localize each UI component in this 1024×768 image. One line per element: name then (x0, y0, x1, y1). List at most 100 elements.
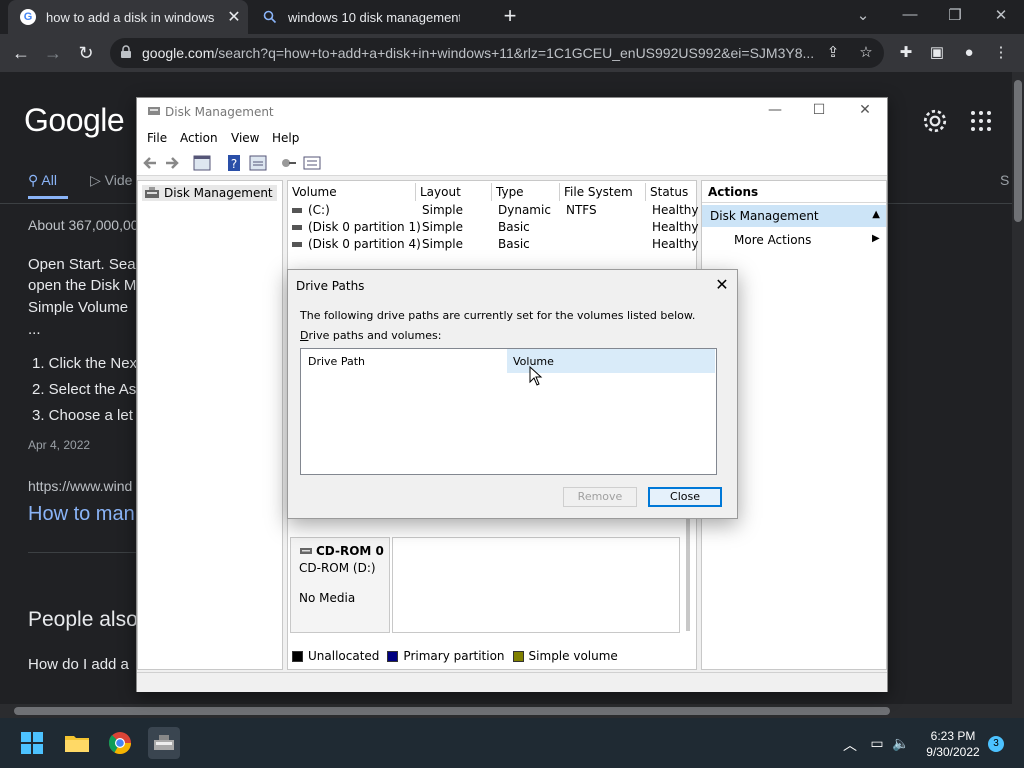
taskbar: ︿ ▭ 🔈 6:23 PM 9/30/2022 3 (0, 718, 1024, 768)
extensions-icon[interactable]: ✚ (895, 42, 917, 64)
column-header-volume[interactable]: Volume (288, 183, 416, 201)
volume-row[interactable]: (C:) Simple Dynamic NTFS Healthy (288, 203, 699, 220)
notification-badge[interactable]: 3 (988, 736, 1004, 752)
chrome-icon[interactable] (104, 727, 136, 759)
window-titlebar[interactable]: Disk Management — ☐ ✕ (137, 98, 887, 126)
cdrom-volume-area[interactable] (392, 537, 680, 633)
column-header-drive-path[interactable]: Drive Path (308, 355, 365, 368)
settings-gear-icon[interactable] (922, 108, 948, 134)
disk-management-icon (148, 107, 160, 115)
dialog-title: Drive Paths (296, 279, 365, 293)
show-hidden-icons-chevron-icon[interactable]: ︿ (841, 735, 859, 755)
back-icon[interactable] (141, 154, 159, 172)
google-logo[interactable]: Google (24, 102, 125, 139)
tab-google-search[interactable]: G how to add a disk in windows 11 ✕ (8, 0, 248, 34)
menu-action[interactable]: Action (180, 131, 218, 145)
minimize-icon[interactable]: — (898, 6, 922, 23)
browser-toolbar: ← → ↻ google.com/search?q=how+to+add+a+d… (0, 34, 1024, 72)
tab-more[interactable]: S (1000, 172, 1009, 188)
clock[interactable]: 6:23 PM 9/30/2022 (920, 728, 986, 760)
page-horizontal-scrollbar[interactable] (0, 704, 1024, 718)
legend: Unallocated Primary partition Simple vol… (292, 649, 626, 663)
disk-icon (292, 242, 302, 247)
result-title-link[interactable]: How to man (28, 503, 135, 526)
result-date: Apr 4, 2022 (28, 438, 91, 452)
close-window-icon[interactable]: ✕ (989, 6, 1013, 24)
side-panel-icon[interactable]: ▣ (926, 42, 948, 64)
volume-row[interactable]: (Disk 0 partition 1) Simple Basic Health… (288, 220, 699, 237)
tab-windows-10-search[interactable]: windows 10 disk management - (250, 0, 490, 34)
volume-row[interactable]: (Disk 0 partition 4) Simple Basic Health… (288, 237, 699, 254)
address-bar[interactable]: google.com/search?q=how+to+add+a+disk+in… (110, 38, 884, 68)
question-item[interactable]: How do I add a (28, 656, 129, 673)
network-icon[interactable]: ▭ (868, 735, 886, 752)
file-explorer-icon[interactable] (61, 727, 93, 759)
tab-videos[interactable]: ▷ Vide (90, 172, 132, 189)
svg-text:?: ? (231, 157, 237, 171)
column-header-file-system[interactable]: File System (560, 183, 646, 201)
apps-grid-icon[interactable] (970, 110, 992, 132)
menu-help[interactable]: Help (272, 131, 299, 145)
legend-swatch-primary (387, 650, 399, 662)
console-tree-icon[interactable] (193, 154, 211, 172)
column-header-type[interactable]: Type (492, 183, 560, 201)
close-tab-icon[interactable]: ✕ (224, 7, 244, 27)
more-actions[interactable]: More Actions (734, 233, 811, 247)
column-header-status[interactable]: Status (646, 183, 698, 201)
collapse-triangle-icon[interactable]: ▲ (872, 209, 880, 220)
properties-icon[interactable] (249, 154, 267, 172)
close-icon[interactable]: ✕ (853, 102, 877, 118)
maximize-icon[interactable]: ☐ (807, 102, 831, 118)
list-view-icon[interactable] (303, 154, 321, 172)
scrollbar-thumb[interactable] (14, 707, 890, 715)
volume-icon[interactable]: 🔈 (892, 735, 910, 752)
restore-icon[interactable]: ❐ (943, 6, 967, 24)
tab-all[interactable]: ⚲ All (28, 172, 57, 189)
page-vertical-scrollbar[interactable] (1012, 72, 1024, 704)
cdrom-drive: CD-ROM (D:) (299, 561, 376, 575)
help-icon[interactable]: ? (225, 154, 243, 172)
bookmark-star-icon[interactable]: ☆ (855, 42, 877, 64)
clock-date: 9/30/2022 (926, 745, 980, 759)
new-tab-button[interactable]: + (498, 4, 522, 28)
windows-start-icon[interactable] (16, 727, 48, 759)
actions-section-disk-management[interactable]: Disk Management ▲ (702, 205, 886, 227)
disk-icon (292, 208, 302, 213)
cdrom-media: No Media (299, 591, 356, 605)
result-cite[interactable]: https://www.wind (28, 478, 132, 494)
legend-swatch-simple (512, 650, 524, 662)
clock-time: 6:23 PM (930, 729, 976, 743)
menu-bar: File Action View Help (137, 126, 887, 150)
close-button[interactable]: Close (648, 487, 722, 507)
step-item: 1. Click the Nex (32, 355, 138, 372)
connect-icon[interactable] (279, 154, 297, 172)
tab-active-indicator (28, 196, 68, 199)
forward-icon[interactable] (163, 154, 181, 172)
cdrom-disk-label[interactable]: CD-ROM 0 CD-ROM (D:) No Media (290, 537, 390, 633)
mouse-pointer-icon (529, 366, 543, 386)
scrollbar-thumb[interactable] (1014, 80, 1022, 222)
remove-button[interactable]: Remove (563, 487, 637, 507)
mmc-toolbar: ? (137, 150, 887, 176)
google-favicon-icon: G (20, 9, 36, 25)
profile-icon[interactable]: ● (958, 42, 980, 64)
url-text: google.com/search?q=how+to+add+a+disk+in… (142, 45, 815, 61)
search-icon: ⚲ (28, 172, 42, 188)
chevron-down-icon[interactable]: ⌄ (851, 6, 875, 24)
menu-file[interactable]: File (147, 131, 167, 145)
disk-management-taskbar-icon[interactable] (148, 727, 180, 759)
disk-management-icon (145, 187, 159, 198)
list-label: Drive paths and volumes: (300, 329, 442, 342)
back-arrow-icon[interactable]: ← (8, 40, 34, 66)
column-header-layout[interactable]: Layout (416, 183, 492, 201)
menu-kebab-icon[interactable]: ⋮ (990, 42, 1012, 64)
minimize-icon[interactable]: — (763, 102, 787, 118)
menu-view[interactable]: View (231, 131, 259, 145)
drive-paths-list[interactable]: Drive Path Volume (300, 348, 717, 475)
forward-arrow-icon[interactable]: → (40, 40, 66, 66)
close-icon[interactable]: ✕ (712, 275, 732, 294)
snippet-line: open the Disk M (28, 277, 137, 294)
tree-item-disk-management[interactable]: Disk Management (142, 185, 277, 201)
share-icon[interactable]: ⇪ (822, 42, 844, 64)
reload-icon[interactable]: ↻ (73, 40, 99, 66)
